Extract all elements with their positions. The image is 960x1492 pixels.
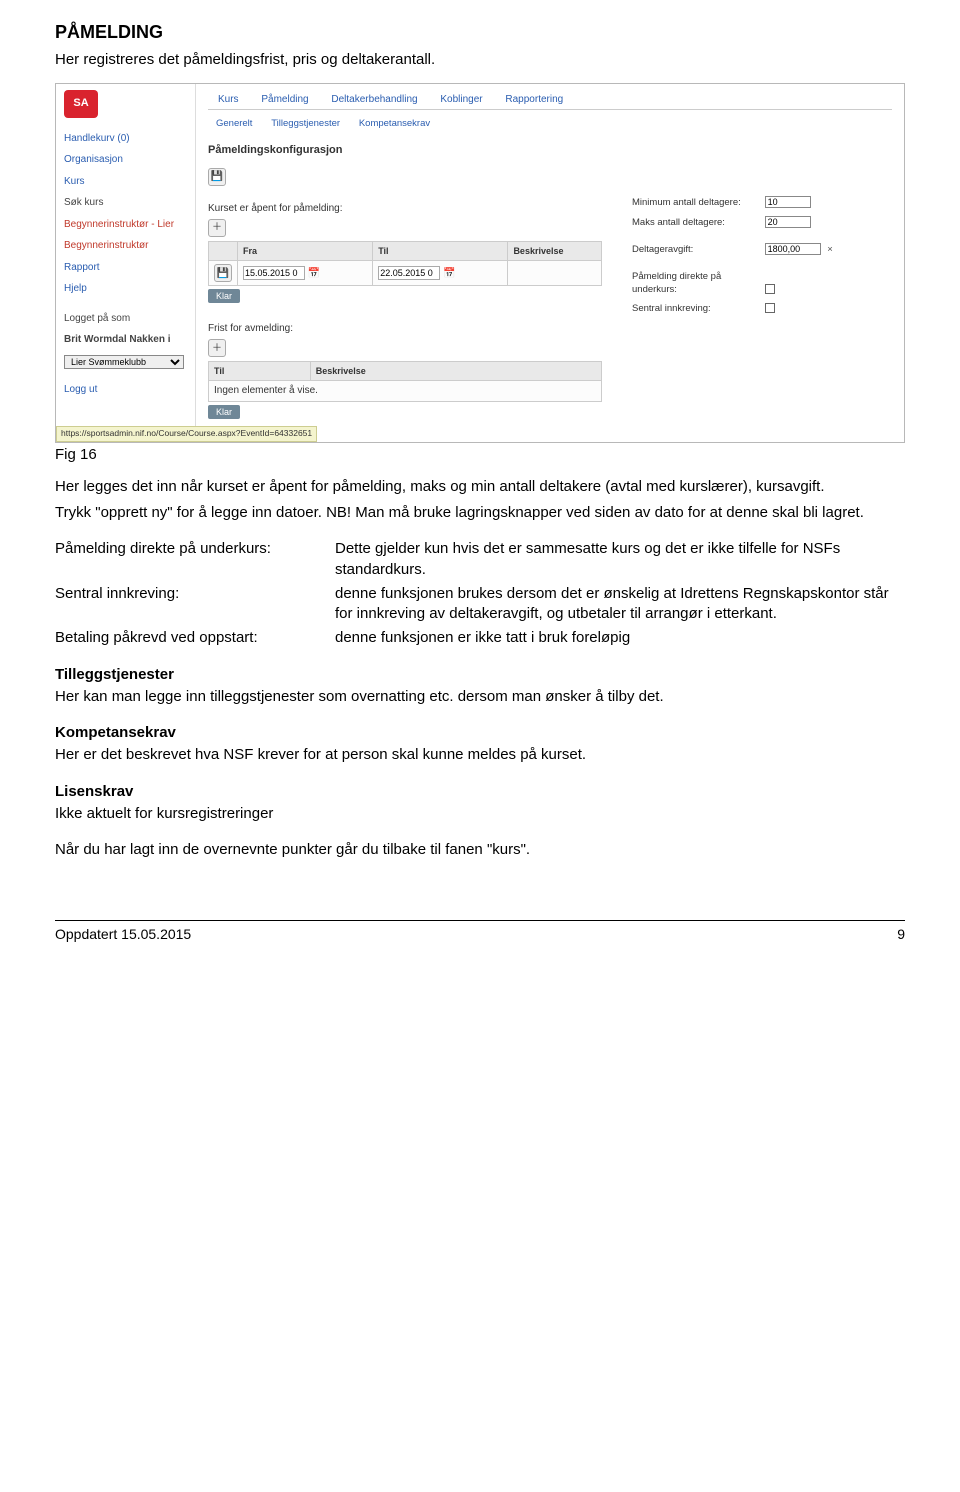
tab-kurs[interactable]: Kurs (208, 90, 249, 110)
fig-label: Fig 16 (55, 445, 905, 465)
table-row: Ingen elementer å vise. (209, 381, 602, 402)
user-name: Brit Wormdal Nakken i (64, 329, 187, 351)
clear-icon[interactable]: × (827, 244, 833, 255)
calendar-icon[interactable]: 📅 (308, 268, 320, 279)
sidebar-item-hjelp[interactable]: Hjelp (64, 278, 187, 300)
sidebar-item-organisasjon[interactable]: Organisasjon (64, 149, 187, 171)
th-til2: Til (209, 362, 311, 381)
def-desc-3: denne funksjonen er ikke tatt i bruk for… (335, 628, 905, 648)
add-row-icon[interactable]: ＋ (208, 219, 226, 237)
screenshot-container: SA Handlekurv (0) Organisasjon Kurs Søk … (55, 83, 905, 443)
calendar-icon[interactable]: 📅 (443, 268, 455, 279)
subtab-kompetanse[interactable]: Kompetansekrav (351, 116, 438, 133)
add-row-icon-2[interactable]: ＋ (208, 339, 226, 357)
sentral-label: Sentral innkreving: (632, 303, 762, 316)
sidebar-item-kurs[interactable]: Kurs (64, 171, 187, 193)
tillegg-text: Her kan man legge inn tilleggstjenester … (55, 687, 905, 707)
max-input[interactable] (765, 216, 811, 228)
fra-input[interactable] (243, 266, 305, 280)
klar-button-2[interactable]: Klar (208, 405, 240, 419)
empty-msg: Ingen elementer å vise. (209, 381, 602, 402)
fee-label: Deltageravgift: (632, 244, 762, 257)
period-table: Fra Til Beskrivelse 💾 📅 📅 (208, 241, 602, 286)
fee-input[interactable] (765, 243, 821, 255)
th-til: Til (373, 242, 508, 261)
content-area: Kurs Påmelding Deltakerbehandling Koblin… (196, 84, 904, 442)
def-term-2: Sentral innkreving: (55, 584, 335, 625)
avmelding-label: Frist for avmelding: (208, 322, 602, 336)
th-beskr: Beskrivelse (508, 242, 602, 261)
th-beskr2: Beskrivelse (310, 362, 601, 381)
footer-left: Oppdatert 15.05.2015 (55, 925, 191, 944)
sub-tabs: Generelt Tilleggstjenester Kompetansekra… (208, 116, 892, 133)
save-icon[interactable]: 💾 (208, 168, 226, 186)
th-fra: Fra (238, 242, 373, 261)
def-desc-2: denne funksjonen brukes dersom det er øn… (335, 584, 905, 625)
row-save-icon[interactable]: 💾 (214, 264, 232, 282)
def-term-3: Betaling påkrevd ved oppstart: (55, 628, 335, 648)
def-term-1: Påmelding direkte på underkurs: (55, 539, 335, 580)
sidebar-item-sok[interactable]: Søk kurs (64, 192, 187, 214)
para-2: Trykk "opprett ny" for å legge inn datoe… (55, 503, 905, 523)
klar-button[interactable]: Klar (208, 289, 240, 303)
kompetanse-heading: Kompetansekrav (55, 723, 905, 743)
open-label: Kurset er åpent for påmelding: (208, 202, 602, 216)
page-title: PÅMELDING (55, 20, 905, 44)
intro-text: Her registreres det påmeldingsfrist, pri… (55, 50, 905, 70)
table-row: 💾 📅 📅 (209, 261, 602, 286)
sidebar-item-begynner-lier[interactable]: Begynnerinstruktør - Lier (64, 214, 187, 236)
status-bar-url: https://sportsadmin.nif.no/Course/Course… (56, 426, 317, 441)
para-1: Her legges det inn når kurset er åpent f… (55, 477, 905, 497)
tab-rapportering[interactable]: Rapportering (495, 90, 573, 110)
page-footer: Oppdatert 15.05.2015 9 (55, 920, 905, 944)
footer-right: 9 (897, 925, 905, 944)
lisens-heading: Lisenskrav (55, 782, 905, 802)
closing-text: Når du har lagt inn de overnevnte punkte… (55, 840, 905, 860)
tab-deltaker[interactable]: Deltakerbehandling (321, 90, 427, 110)
min-input[interactable] (765, 196, 811, 208)
sidebar-item-handlekurv[interactable]: Handlekurv (0) (64, 128, 187, 150)
max-label: Maks antall deltagere: (632, 217, 762, 230)
tillegg-heading: Tilleggstjenester (55, 665, 905, 685)
club-select[interactable]: Lier Svømmeklubb (64, 355, 184, 369)
subtab-generelt[interactable]: Generelt (208, 116, 260, 133)
tab-koblinger[interactable]: Koblinger (430, 90, 492, 110)
logout-link[interactable]: Logg ut (64, 379, 187, 401)
til-input[interactable] (378, 266, 440, 280)
logged-label: Logget på som (64, 308, 187, 330)
kompetanse-text: Her er det beskrevet hva NSF krever for … (55, 745, 905, 765)
section-title: Påmeldingskonfigurasjon (208, 143, 892, 158)
direkte-checkbox[interactable] (765, 284, 775, 294)
avmelding-table: Til Beskrivelse Ingen elementer å vise. (208, 361, 602, 402)
right-panel: Minimum antall deltagere: Maks antall de… (632, 196, 892, 420)
sidebar-item-begynner[interactable]: Begynnerinstruktør (64, 235, 187, 257)
sidebar-item-rapport[interactable]: Rapport (64, 257, 187, 279)
sentral-checkbox[interactable] (765, 303, 775, 313)
subtab-tillegg[interactable]: Tilleggstjenester (263, 116, 348, 133)
def-desc-1: Dette gjelder kun hvis det er sammesatte… (335, 539, 905, 580)
lisens-text: Ikke aktuelt for kursregistreringer (55, 804, 905, 824)
direkte-label: Påmelding direkte på underkurs: (632, 271, 762, 297)
min-label: Minimum antall deltagere: (632, 197, 762, 210)
logo-icon: SA (64, 90, 98, 118)
sidebar: SA Handlekurv (0) Organisasjon Kurs Søk … (56, 84, 196, 442)
tab-pamelding[interactable]: Påmelding (251, 90, 318, 110)
main-tabs: Kurs Påmelding Deltakerbehandling Koblin… (208, 90, 892, 111)
